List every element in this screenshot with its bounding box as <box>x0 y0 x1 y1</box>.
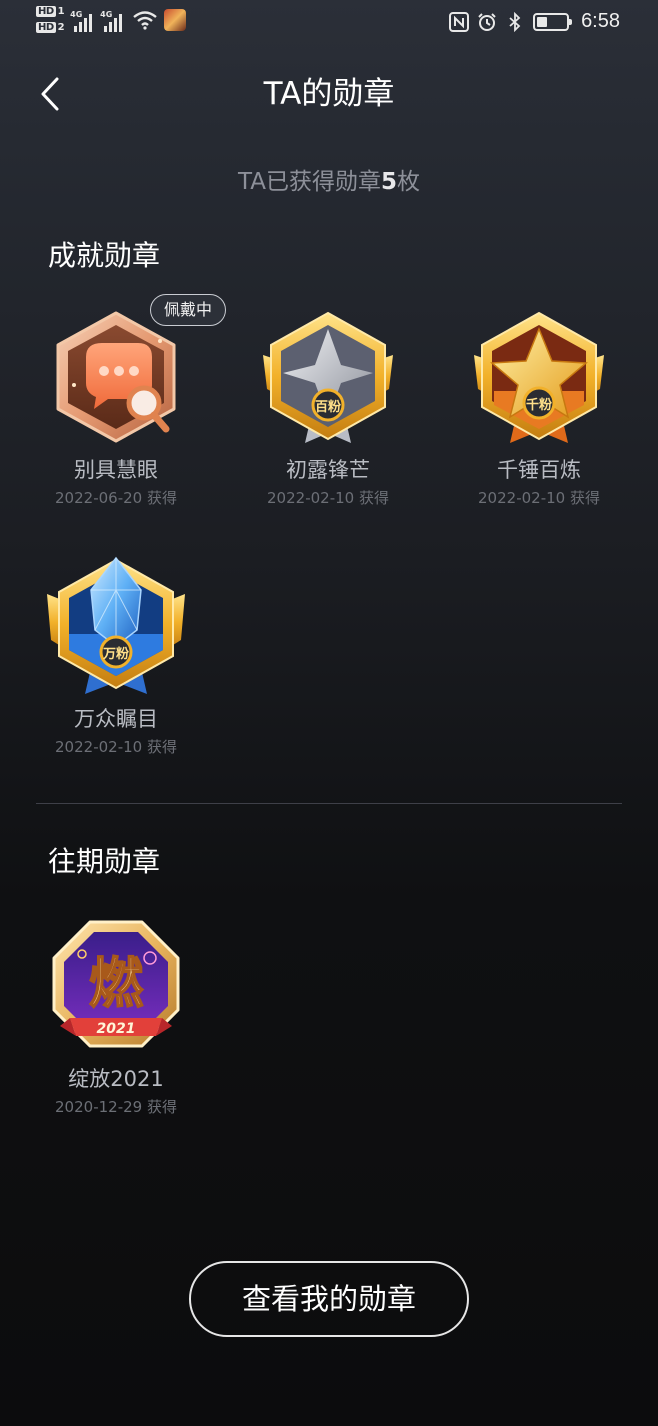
badge-count: 5 <box>380 169 397 195</box>
badge-item[interactable]: 燃 2021 绽放2021 2020-12-29 获得 <box>16 914 216 1118</box>
badge-emblem-text: 万粉 <box>102 646 129 662</box>
badge-emblem-text: 百粉 <box>315 399 341 415</box>
badge-date: 2022-02-10 获得 <box>55 738 177 756</box>
badge-item[interactable]: 别具慧眼 2022-06-20 获得 <box>16 305 216 509</box>
chat-magnifier-badge-icon <box>56 311 176 443</box>
signal-strength-icon-1: 4G <box>70 8 93 32</box>
wifi-icon <box>133 11 157 30</box>
hd-indicators: HD 1 HD 2 <box>36 6 65 34</box>
badge-item[interactable]: 千粉 千锤百炼 2022-02-10 获得 <box>439 305 639 509</box>
badge-date: 2022-02-10 获得 <box>478 489 600 507</box>
ran-2021-badge-icon: 燃 2021 <box>52 920 180 1048</box>
badge-name: 绽放2021 <box>68 1067 164 1091</box>
game-app-icon <box>164 9 187 31</box>
achievement-section-title: 成就勋章 <box>48 239 161 272</box>
badge-date: 2022-06-20 获得 <box>55 489 177 507</box>
battery-level <box>537 16 548 27</box>
badge-count-summary: TA已获得勋章5枚 <box>0 164 658 200</box>
badge-date: 2022-02-10 获得 <box>267 489 389 507</box>
silver-star-badge-icon: 百粉 <box>263 311 393 443</box>
page-title: TA的勋章 <box>263 76 395 112</box>
badge-ribbon-text: 2021 <box>97 1021 136 1037</box>
badge-emblem-text: 千粉 <box>526 397 552 413</box>
signal-strength-icon-2: 4G <box>100 8 123 32</box>
badge-name: 千锤百炼 <box>497 458 581 482</box>
summary-prefix: TA已获得勋章 <box>237 169 381 195</box>
status-bar-left: HD 1 HD 2 4G 4G <box>36 6 187 34</box>
clock: 6:58 <box>581 10 620 32</box>
past-section-title: 往期勋章 <box>48 845 161 878</box>
badge-item[interactable]: 万粉 万众瞩目 2022-02-10 获得 <box>16 554 216 758</box>
bluetooth-icon <box>509 11 521 32</box>
badge-date: 2020-12-29 获得 <box>55 1098 177 1116</box>
section-divider <box>36 803 622 804</box>
summary-suffix: 枚 <box>397 169 420 195</box>
status-bar: HD 1 HD 2 4G 4G 6:58 <box>0 0 658 50</box>
hd2-indicator: HD 2 <box>36 22 65 33</box>
alarm-icon <box>478 12 496 31</box>
status-bar-right: 6:58 <box>449 10 620 33</box>
nfc-icon <box>449 11 470 32</box>
battery-icon <box>533 12 573 31</box>
badge-name: 初露锋芒 <box>286 458 370 482</box>
view-my-badges-button[interactable]: 查看我的勋章 <box>189 1261 469 1337</box>
badge-name: 万众瞩目 <box>74 707 158 731</box>
hd1-indicator: HD 1 <box>36 6 65 17</box>
badge-emblem-text: 燃 <box>89 952 144 1015</box>
wearing-tag: 佩戴中 <box>150 294 226 326</box>
badge-name: 别具慧眼 <box>74 458 158 482</box>
gold-star-badge-icon: 千粉 <box>474 311 604 443</box>
diamond-badge-icon: 万粉 <box>47 556 185 694</box>
badge-item[interactable]: 百粉 初露锋芒 2022-02-10 获得 <box>228 305 428 509</box>
